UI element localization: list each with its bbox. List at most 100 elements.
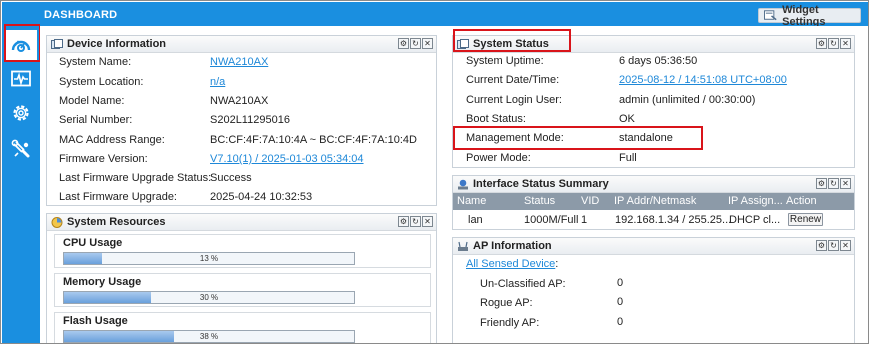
friendly-ap-value: 0 [617, 316, 624, 328]
flash-usage-bar: 38 % [63, 330, 355, 343]
settings-icon[interactable]: ⚙ [816, 178, 827, 189]
settings-icon[interactable]: ⚙ [816, 38, 827, 49]
row-ip-assign: DHCP cl... [729, 214, 781, 226]
widget-settings-button[interactable]: Widget Settings [758, 4, 861, 28]
last-upgrade-label: Last Firmware Upgrade: [59, 191, 177, 203]
wrench-icon [11, 139, 30, 158]
renew-button[interactable]: Renew [788, 213, 823, 226]
interface-status-header: Interface Status Summary ⚙ ↻ ✕ [453, 176, 854, 193]
memory-usage-bar: 30 % [63, 291, 355, 304]
interface-status-panel: Interface Status Summary ⚙ ↻ ✕ Name Stat… [452, 175, 855, 230]
app-window: DASHBOARD Widget Settings Device Informa… [0, 0, 869, 344]
close-icon[interactable]: ✕ [422, 216, 433, 227]
serial-number-value: S202L11295016 [210, 114, 290, 126]
refresh-icon[interactable]: ↻ [410, 216, 421, 227]
system-resources-header: System Resources ⚙ ↻ ✕ [47, 214, 436, 231]
col-ip-assign: IP Assign... [728, 195, 783, 207]
memory-usage-percent: 30 % [199, 293, 219, 302]
header-bar: DASHBOARD Widget Settings [40, 2, 868, 28]
system-uptime-value: 6 days 05:36:50 [619, 55, 698, 67]
col-status: Status [524, 195, 556, 207]
serial-number-label: Serial Number: [59, 114, 133, 126]
ap-information-panel: AP Information ⚙ ↻ ✕ All Sensed Device: … [452, 237, 855, 343]
boot-status-value: OK [619, 113, 635, 125]
close-icon[interactable]: ✕ [840, 38, 851, 49]
dashboard-highlight-box [4, 24, 41, 62]
management-mode-highlight-box [453, 126, 703, 150]
device-information-header: Device Information ⚙ ↻ ✕ [47, 36, 436, 53]
memory-usage-label: Memory Usage [63, 276, 142, 288]
system-uptime-label: System Uptime: [466, 55, 544, 67]
close-icon[interactable]: ✕ [422, 38, 433, 49]
system-name-label: System Name: [59, 56, 132, 68]
sidebar-item-maintenance[interactable] [5, 134, 37, 164]
settings-icon[interactable]: ⚙ [398, 216, 409, 227]
power-mode-label: Power Mode: [466, 152, 531, 164]
current-login-user-label: Current Login User: [466, 94, 562, 106]
firmware-version-link[interactable]: V7.10(1) / 2025-01-03 05:34:04 [210, 153, 364, 165]
cpu-usage-label: CPU Usage [63, 237, 123, 249]
firmware-version-label: Firmware Version: [59, 153, 148, 165]
flash-usage-label: Flash Usage [63, 315, 128, 327]
close-icon[interactable]: ✕ [840, 240, 851, 251]
sidebar-item-monitor[interactable] [5, 64, 37, 94]
cpu-usage-bar: 13 % [63, 252, 355, 265]
refresh-icon[interactable]: ↻ [828, 178, 839, 189]
system-name-link[interactable]: NWA210AX [210, 56, 268, 68]
all-sensed-device-link[interactable]: All Sensed Device [466, 258, 555, 270]
table-row: lan 1000M/Full 1 192.168.1.34 / 255.25..… [453, 211, 854, 229]
rogue-ap-label: Rogue AP: [480, 297, 533, 309]
interface-status-icon [458, 179, 468, 189]
row-ip: 192.168.1.34 / 255.25... [615, 214, 732, 226]
refresh-icon[interactable]: ↻ [410, 38, 421, 49]
widget-settings-label: Widget Settings [782, 3, 826, 28]
ap-information-header: AP Information ⚙ ↻ ✕ [453, 238, 854, 255]
boot-status-label: Boot Status: [466, 113, 526, 125]
device-information-title: Device Information [67, 38, 167, 50]
row-status: 1000M/Full [524, 214, 579, 226]
power-mode-value: Full [619, 152, 637, 164]
row-name: lan [468, 214, 483, 226]
sidebar-item-configuration[interactable] [5, 98, 37, 128]
device-information-panel: Device Information ⚙ ↻ ✕ System Name: NW… [46, 35, 437, 206]
col-name: Name [457, 195, 487, 207]
monitor-pulse-icon [11, 70, 31, 87]
flash-usage-percent: 38 % [199, 332, 219, 341]
sensed-device-colon: : [555, 258, 559, 270]
sidebar [2, 2, 41, 343]
system-status-highlight-box [453, 29, 571, 52]
last-upgrade-value: 2025-04-24 10:32:53 [210, 191, 313, 203]
last-upgrade-status-value: Success [210, 172, 252, 184]
mac-range-label: MAC Address Range: [59, 134, 165, 146]
ap-information-title: AP Information [473, 240, 552, 252]
cpu-usage-percent: 13 % [199, 254, 219, 263]
flash-usage-box: Flash Usage 38 % [54, 312, 431, 343]
dashboard-content: Device Information ⚙ ↻ ✕ System Name: NW… [40, 26, 868, 343]
widget-settings-icon [764, 10, 777, 21]
model-name-label: Model Name: [59, 95, 125, 107]
page-title: DASHBOARD [44, 9, 118, 21]
settings-icon[interactable]: ⚙ [816, 240, 827, 251]
mac-range-value: BC:CF:4F:7A:10:4A ~ BC:CF:4F:7A:10:4D [210, 134, 417, 146]
close-icon[interactable]: ✕ [840, 178, 851, 189]
system-resources-icon [51, 216, 63, 228]
device-info-icon [51, 38, 63, 49]
last-upgrade-status-label: Last Firmware Upgrade Status: [59, 172, 212, 184]
current-datetime-label: Current Date/Time: [466, 74, 560, 86]
system-resources-panel: System Resources ⚙ ↻ ✕ CPU Usage 13 % Me… [46, 213, 437, 343]
refresh-icon[interactable]: ↻ [828, 38, 839, 49]
row-vid: 1 [581, 214, 588, 226]
settings-icon[interactable]: ⚙ [398, 38, 409, 49]
unclassified-ap-label: Un-Classified AP: [480, 278, 566, 290]
friendly-ap-label: Friendly AP: [480, 317, 540, 329]
col-action: Action [786, 195, 817, 207]
system-location-label: System Location: [59, 76, 144, 88]
current-datetime-link[interactable]: 2025-08-12 / 14:51:08 UTC+08:00 [619, 74, 787, 86]
refresh-icon[interactable]: ↻ [828, 240, 839, 251]
rogue-ap-value: 0 [617, 296, 624, 308]
col-vid: VID [581, 195, 600, 207]
system-location-link[interactable]: n/a [210, 76, 225, 88]
current-login-user-value: admin (unlimited / 00:30:00) [619, 94, 756, 106]
interface-table-header: Name Status VID IP Addr/Netmask IP Assig… [453, 193, 854, 210]
sensed-device-row: All Sensed Device: [466, 258, 558, 270]
